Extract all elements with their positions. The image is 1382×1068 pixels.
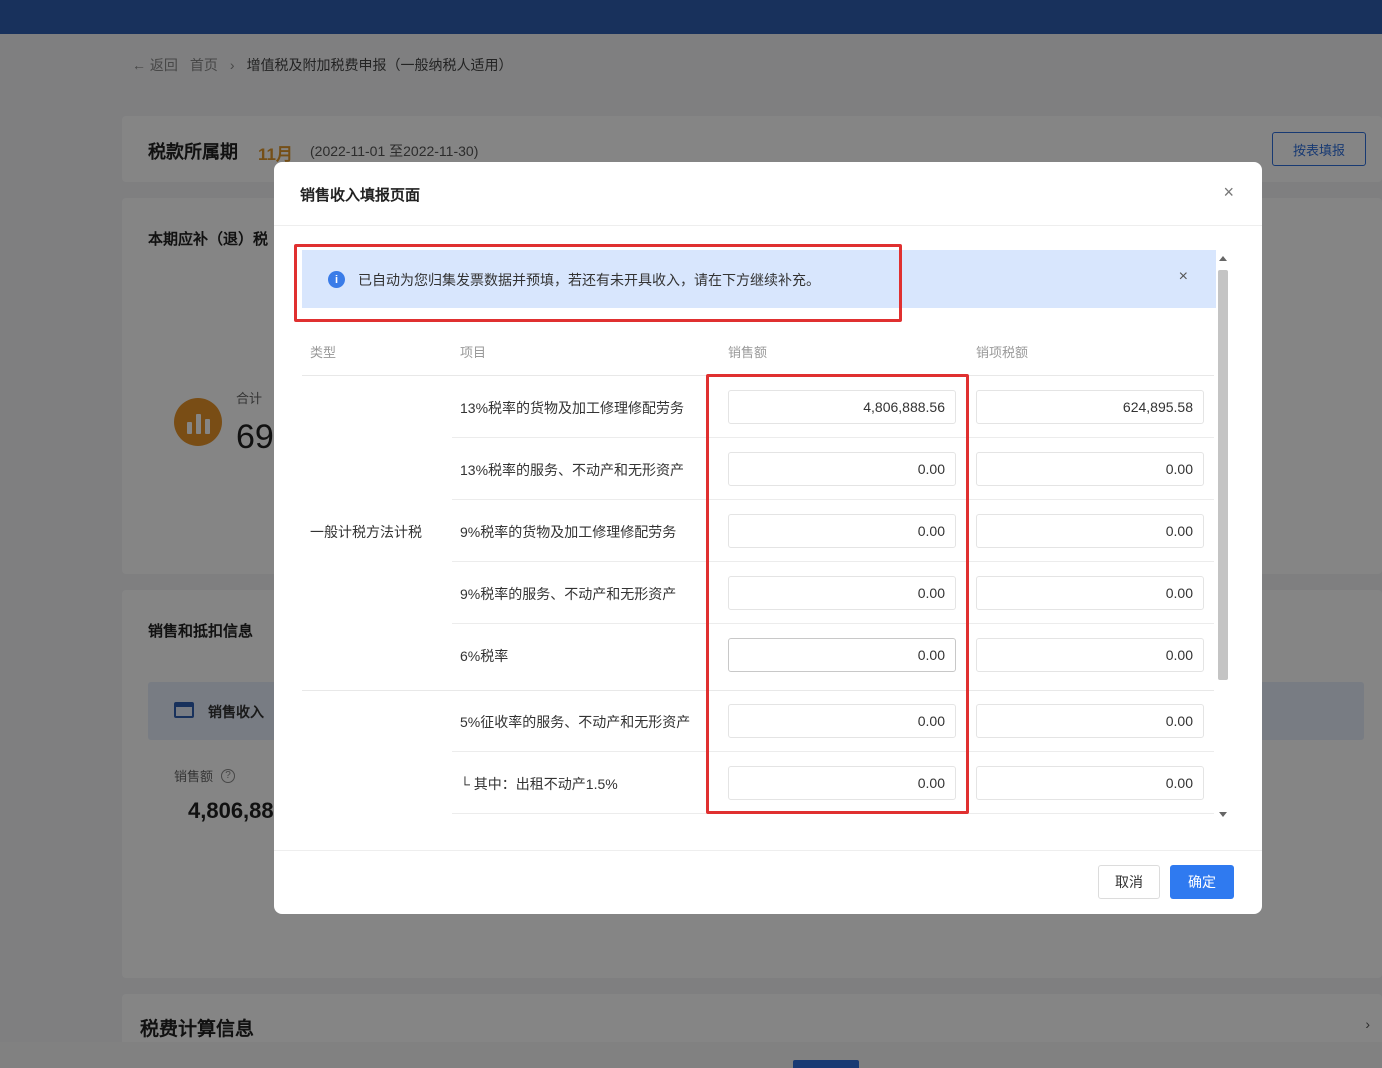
row-item: 13%税率的服务、不动产和无形资产 (460, 462, 685, 478)
row-item: 5%征收率的服务、不动产和无形资产 (460, 714, 691, 730)
sales-income-modal: 销售收入填报页面 × i 已自动为您归集发票数据并预填，若还有未开具收入，请在下… (274, 162, 1262, 914)
scrollbar[interactable] (1216, 252, 1230, 822)
tax-input[interactable]: 0.00 (976, 766, 1204, 800)
row-item: 9%税率的服务、不动产和无形资产 (460, 586, 677, 602)
confirm-button[interactable]: 确定 (1170, 865, 1234, 899)
column-header-tax: 销项税额 (976, 345, 1029, 360)
type-cell: 一般计税方法计税 (310, 524, 422, 540)
column-header-item: 项目 (460, 345, 487, 360)
scroll-down-icon[interactable] (1219, 812, 1227, 817)
row-item: └ 其中：出租不动产1.5% (460, 776, 618, 792)
close-icon[interactable]: × (1223, 182, 1234, 203)
tax-input[interactable]: 624,895.58 (976, 390, 1204, 424)
tax-input[interactable]: 0.00 (976, 638, 1204, 672)
row-item: 6%税率 (460, 648, 509, 664)
tax-input[interactable]: 0.00 (976, 576, 1204, 610)
row-item: 13%税率的货物及加工修理修配劳务 (460, 400, 685, 416)
scrollbar-thumb[interactable] (1218, 270, 1228, 680)
modal-footer: 取消 确定 (274, 850, 1262, 914)
sales-column-highlight-box (706, 374, 969, 814)
modal-title: 销售收入填报页面 (300, 187, 421, 204)
table-header: 类型 项目 销售额 销项税额 (302, 334, 1214, 376)
tax-input[interactable]: 0.00 (976, 514, 1204, 548)
notice-highlight-box (294, 244, 902, 322)
notice-close-icon[interactable]: × (1179, 268, 1188, 286)
column-header-sales: 销售额 (728, 345, 768, 360)
tax-input[interactable]: 0.00 (976, 452, 1204, 486)
tax-input[interactable]: 0.00 (976, 704, 1204, 738)
row-item: 9%税率的货物及加工修理修配劳务 (460, 524, 677, 540)
scroll-up-icon[interactable] (1219, 256, 1227, 261)
cancel-button[interactable]: 取消 (1098, 865, 1160, 899)
column-header-type: 类型 (310, 345, 337, 360)
modal-header: 销售收入填报页面 × (274, 162, 1262, 226)
